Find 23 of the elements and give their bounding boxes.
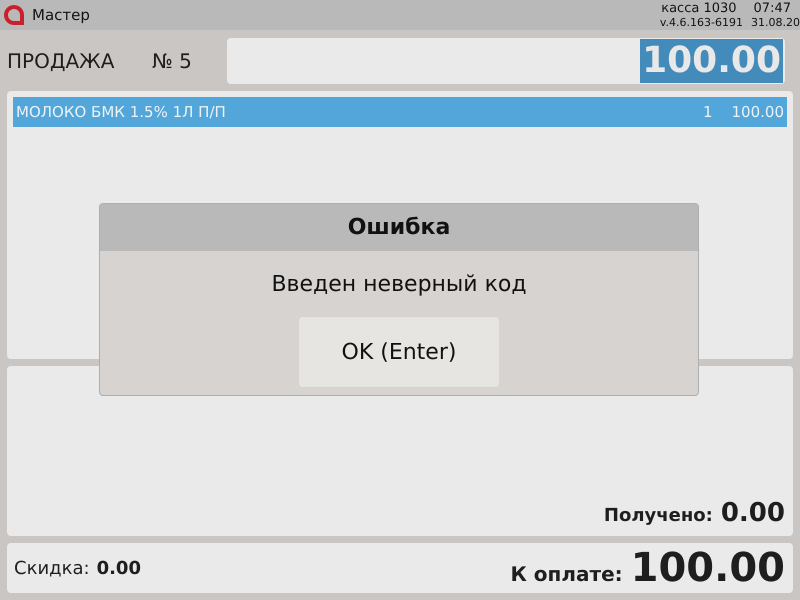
register-label: касса 1030 xyxy=(661,1,737,16)
received-label: Получено: xyxy=(604,505,713,526)
receipt-number: № 5 xyxy=(152,49,192,73)
amount-text: 100.00 xyxy=(640,39,783,83)
discount-label: Скидка: xyxy=(14,558,90,578)
version-label: v.4.6.163-6191 xyxy=(660,16,744,30)
amount-input-field[interactable]: 100.00 xyxy=(227,38,785,84)
item-name: МОЛОКО БМК 1.5% 1Л П/П xyxy=(16,103,227,121)
date-label: 31.08.20 xyxy=(751,16,800,30)
received-amount: 0.00 xyxy=(720,498,785,528)
item-quantity: 1 xyxy=(702,103,712,121)
clock-time: 07:47 xyxy=(754,1,791,16)
logo-icon xyxy=(4,5,24,25)
dialog-message: Введен неверный код xyxy=(271,272,527,297)
ok-button[interactable]: OK (Enter) xyxy=(299,317,499,387)
total-amount: 100.00 xyxy=(630,545,785,591)
dialog-title: Ошибка xyxy=(100,204,698,251)
item-sum: 100.00 xyxy=(732,103,784,121)
sale-title: ПРОДАЖА xyxy=(7,49,116,73)
discount-amount: 0.00 xyxy=(96,558,141,578)
app-name: Мастер xyxy=(32,6,90,24)
item-row[interactable]: МОЛОКО БМК 1.5% 1Л П/П 1 100.00 xyxy=(13,97,787,127)
total-label: К оплате: xyxy=(510,562,623,586)
